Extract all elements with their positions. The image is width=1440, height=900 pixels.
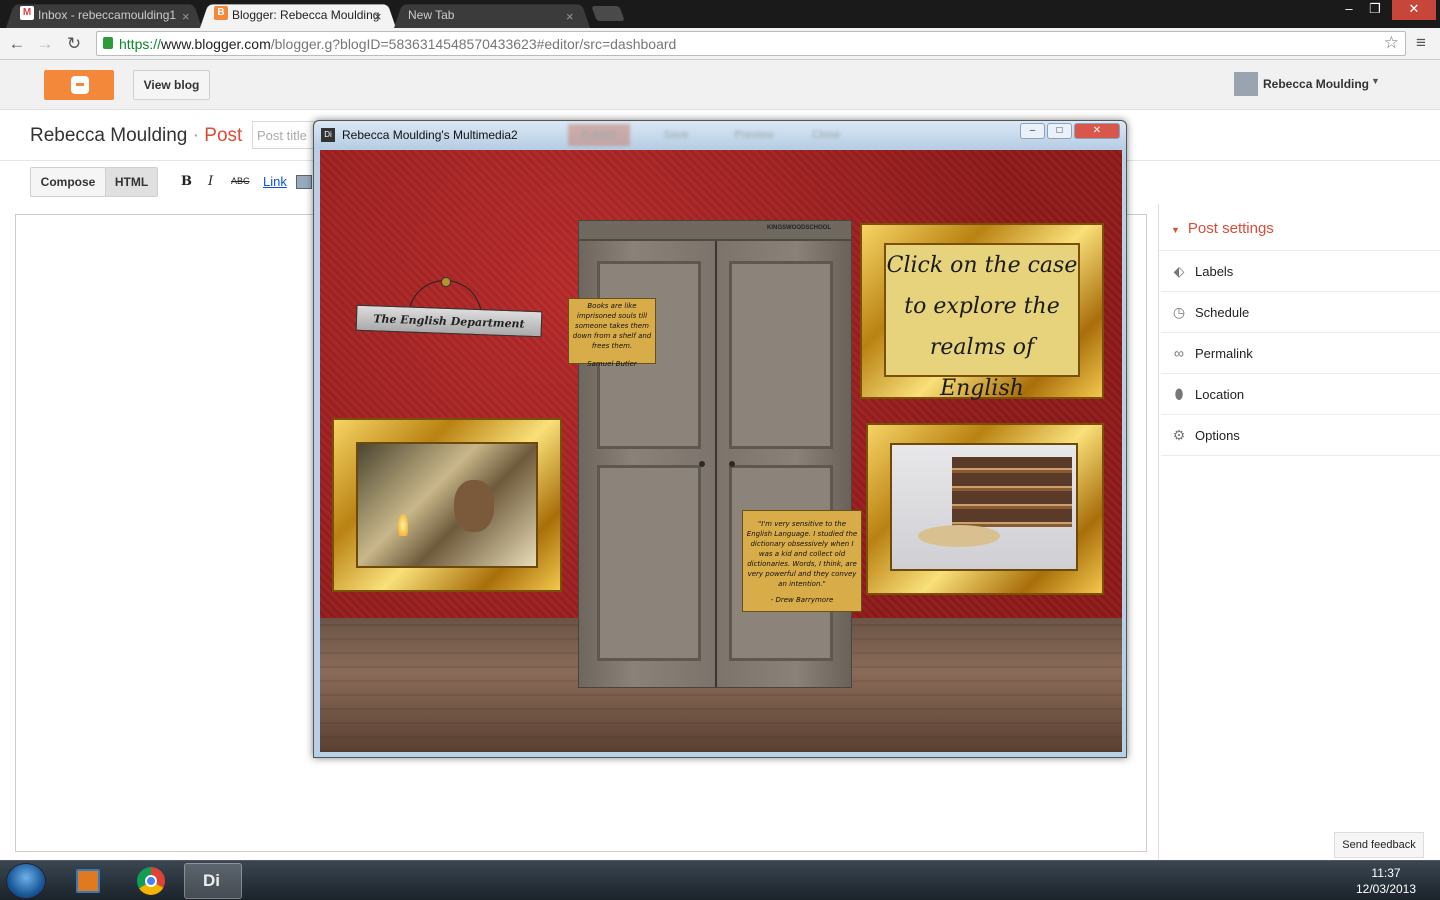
clock-icon: ◷ — [1172, 304, 1186, 320]
bold-button[interactable]: B — [181, 174, 192, 189]
blogger-logo-button[interactable] — [44, 70, 114, 100]
sidebar-item-permalink[interactable]: ∞ Permalink — [1161, 333, 1440, 374]
restore-button[interactable]: ❐ — [1362, 0, 1388, 20]
window-maximize-button[interactable]: □ — [1047, 123, 1072, 139]
windows-start-button[interactable] — [6, 863, 46, 899]
windows-taskbar: Di 11:37 12/03/2013 — [0, 860, 1440, 900]
close-icon[interactable]: × — [182, 6, 190, 28]
click-instruction-frame: Click on the case to explore the realms … — [860, 223, 1104, 401]
library-frame[interactable] — [866, 423, 1104, 595]
menu-icon[interactable]: ≡ — [1416, 33, 1426, 53]
caret-down-icon: ▼ — [1171, 225, 1180, 235]
tab-new[interactable]: New Tab × — [394, 2, 590, 28]
ghost-publish-button: Publish — [568, 124, 630, 146]
avatar — [1234, 72, 1258, 96]
tab-label: Blogger: Rebecca Moulding — [232, 8, 380, 22]
gmail-icon: M — [20, 6, 34, 20]
door-knob — [699, 461, 705, 467]
media-player-icon[interactable] — [58, 863, 116, 899]
system-clock[interactable]: 11:37 12/03/2013 — [1346, 865, 1426, 897]
authors-collage-image — [356, 442, 538, 568]
strikethrough-button[interactable]: ABC — [231, 176, 250, 186]
school-watermark: KINGSWOODSCHOOL — [767, 225, 831, 231]
portrait-frame[interactable] — [332, 418, 562, 592]
lock-icon — [103, 37, 113, 49]
di-taskbar-button[interactable]: Di — [184, 863, 242, 899]
wardrobe-case[interactable]: KINGSWOODSCHOOL — [578, 220, 852, 688]
sidebar-item-options[interactable]: ⚙ Options — [1161, 415, 1440, 456]
italic-button[interactable]: I — [208, 174, 213, 189]
library-image — [890, 443, 1078, 571]
sidebar-item-labels[interactable]: ⬖ Labels — [1161, 251, 1440, 292]
quote-note-butler: Books are like imprisoned souls till som… — [568, 298, 656, 368]
di-app-icon: Di — [321, 128, 335, 142]
bookmark-star-icon[interactable]: ☆ — [1384, 33, 1399, 53]
english-department-sign: The English Department — [355, 304, 543, 338]
blogger-header: View blog Rebecca Moulding ▼ — [0, 60, 1440, 110]
clock-time: 11:37 — [1371, 866, 1401, 880]
window-minimize-button[interactable]: – — [1020, 123, 1045, 139]
pin-icon: ⬮ — [1174, 386, 1184, 402]
browser-tab-strip: M Inbox - rebeccamoulding1 × B Blogger: … — [0, 0, 1440, 28]
view-blog-button[interactable]: View blog — [133, 70, 210, 100]
send-feedback-button[interactable]: Send feedback — [1334, 832, 1424, 858]
close-icon[interactable]: × — [566, 6, 574, 28]
tab-gmail[interactable]: M Inbox - rebeccamoulding1 × — [6, 2, 202, 28]
sidebar-item-schedule[interactable]: ◷ Schedule — [1161, 292, 1440, 333]
close-window-button[interactable]: ✕ — [1392, 0, 1436, 20]
browser-toolbar: ← → ↻ https://www.blogger.com/blogger.g?… — [0, 28, 1440, 60]
address-bar[interactable]: https://www.blogger.com/blogger.g?blogID… — [96, 31, 1406, 56]
tab-blogger[interactable]: B Blogger: Rebecca Moulding × — [200, 2, 396, 28]
door-panel — [729, 261, 833, 449]
ghost-preview-button: Preview — [734, 129, 774, 141]
ghost-close-button: Close — [811, 129, 841, 141]
door-knob — [729, 461, 735, 467]
door-panel — [597, 465, 701, 661]
minimize-button[interactable]: – — [1336, 0, 1362, 20]
tab-label: Inbox - rebeccamoulding1 — [38, 8, 177, 22]
link-icon: ∞ — [1174, 345, 1184, 361]
chrome-taskbar-button[interactable] — [122, 863, 180, 899]
clock-date: 12/03/2013 — [1355, 882, 1417, 896]
reload-icon[interactable]: ↻ — [64, 34, 84, 54]
compose-tab[interactable]: Compose — [30, 167, 106, 197]
window-close-button[interactable]: ✕ — [1074, 123, 1120, 139]
url-text: https://www.blogger.com/blogger.g?blogID… — [119, 36, 677, 52]
chevron-down-icon: ▼ — [1371, 76, 1380, 86]
forward-icon[interactable]: → — [35, 34, 55, 54]
user-name: Rebecca Moulding — [1263, 77, 1370, 91]
tab-label: New Tab — [408, 8, 455, 22]
post-settings-header[interactable]: ▼ Post settings — [1171, 220, 1274, 237]
blogger-icon — [71, 76, 89, 94]
html-tab[interactable]: HTML — [105, 167, 158, 197]
window-title: Rebecca Moulding's Multimedia2 — [342, 128, 518, 142]
blogger-icon: B — [214, 6, 228, 20]
di-icon: Di — [203, 871, 220, 890]
ghost-save-button: Save — [663, 129, 689, 141]
close-icon[interactable]: × — [374, 6, 382, 28]
post-settings-sidebar: ▼ Post settings ⬖ Labels ◷ Schedule ∞ Permal… — [1158, 204, 1440, 860]
quote-note-barrymore: "I'm very sensitive to the English Langu… — [742, 510, 862, 612]
multimedia-stage: KINGSWOODSCHOOL The English Department B… — [320, 150, 1122, 752]
page-title: Rebecca Moulding · Post — [30, 125, 243, 146]
sidebar-item-location[interactable]: ⬮ Location — [1161, 374, 1440, 415]
multimedia-window: Di Rebecca Moulding's Multimedia2 Publis… — [313, 120, 1127, 758]
click-instruction-text: Click on the case to explore the realms … — [886, 253, 1078, 401]
back-icon[interactable]: ← — [7, 34, 27, 54]
gear-icon: ⚙ — [1172, 427, 1186, 443]
new-tab-button[interactable] — [591, 6, 625, 21]
sign-nail — [441, 277, 451, 287]
link-button[interactable]: Link — [263, 174, 287, 189]
window-titlebar[interactable]: Di Rebecca Moulding's Multimedia2 Publis… — [314, 121, 1126, 149]
tag-icon: ⬖ — [1173, 263, 1185, 279]
image-icon[interactable] — [296, 175, 312, 189]
